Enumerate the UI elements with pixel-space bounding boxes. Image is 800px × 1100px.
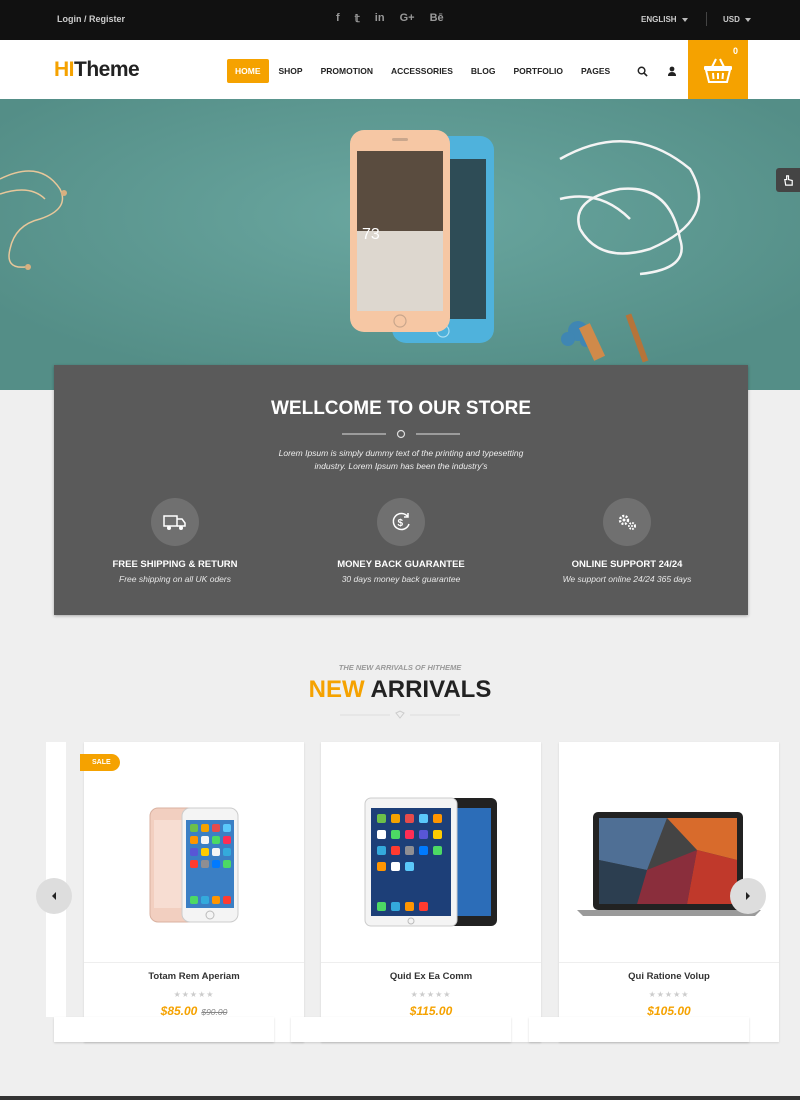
chevron-down-icon <box>681 17 688 22</box>
google-plus-icon[interactable]: G+ <box>400 12 415 25</box>
currency-label: USD <box>723 15 740 24</box>
card-divider <box>84 962 304 963</box>
currency-dropdown[interactable]: USD <box>723 15 751 24</box>
sale-badge: SALE <box>80 754 120 771</box>
hero-banner[interactable]: 73 <box>0 99 800 390</box>
carousel-prev-button[interactable] <box>36 878 72 914</box>
divider <box>706 12 707 26</box>
arrivals-subtitle: THE NEW ARRIVALS OF HITHEME <box>338 663 462 672</box>
rating-stars: ★★★★★ <box>648 990 690 999</box>
feature-title: FREE SHIPPING & RETURN <box>112 559 238 570</box>
language-label: ENGLISH <box>641 15 677 24</box>
current-price: $85.00 <box>160 1004 198 1018</box>
arrivals-title-rest: ARRIVALS <box>370 676 492 703</box>
top-bar: Login / Register f 𝕥 in G+ Bē ENGLISH US… <box>0 0 800 40</box>
nav-portfolio[interactable]: PORTFOLIO <box>505 59 571 83</box>
welcome-panel: WELLCOME TO OUR STORE Lorem Ipsum is sim… <box>54 365 748 615</box>
card-base <box>291 1017 511 1042</box>
feature-desc: We support online 24/24 365 days <box>562 574 692 584</box>
login-register-link[interactable]: Login / Register <box>57 14 125 24</box>
settings-toggle-button[interactable] <box>776 168 800 192</box>
feature-title: MONEY BACK GUARANTEE <box>337 559 465 570</box>
old-price: $90.00 <box>201 1007 228 1017</box>
truck-icon <box>151 498 199 546</box>
language-dropdown[interactable]: ENGLISH <box>641 15 688 24</box>
product-price: $85.00 $90.00 <box>84 1004 304 1018</box>
arrivals-title: NEW ARRIVALS <box>0 676 800 704</box>
cart-button[interactable]: 0 <box>688 40 748 99</box>
product-price: $115.00 <box>321 1004 541 1018</box>
logo-theme: Theme <box>74 58 140 81</box>
product-name[interactable]: Totam Rem Aperiam <box>84 971 304 982</box>
product-name[interactable]: Quid Ex Ea Comm <box>321 971 541 982</box>
current-price: $105.00 <box>647 1004 691 1018</box>
nav-promotion[interactable]: PROMOTION <box>313 59 381 83</box>
welcome-title: WELLCOME TO OUR STORE <box>270 398 532 419</box>
welcome-description: Lorem Ipsum is simply dummy text of the … <box>278 448 524 471</box>
current-price: $115.00 <box>409 1004 453 1018</box>
nav-shop[interactable]: SHOP <box>271 59 311 83</box>
svg-text:$: $ <box>398 518 404 529</box>
card-divider <box>559 962 779 963</box>
site-logo[interactable]: HITheme <box>54 58 140 82</box>
product-name[interactable]: Qui Ratione Volup <box>559 971 779 982</box>
carousel-next-button[interactable] <box>730 878 766 914</box>
phone-temp: 73 <box>362 226 380 243</box>
nav-blog[interactable]: BLOG <box>463 59 504 83</box>
linkedin-icon[interactable]: in <box>375 12 385 25</box>
chevron-right-icon <box>746 892 750 900</box>
search-icon[interactable] <box>637 64 648 82</box>
nav-home[interactable]: HOME <box>227 59 269 83</box>
logo-hi: HI <box>54 58 75 81</box>
rating-stars: ★★★★★ <box>173 990 215 999</box>
card-base <box>529 1017 749 1042</box>
section-divider <box>342 429 460 439</box>
hand-pointer-icon <box>783 174 793 186</box>
iphone-image <box>149 807 239 923</box>
basket-icon <box>704 58 732 83</box>
ipad-image <box>364 797 497 927</box>
money-back-icon: $ <box>377 498 425 546</box>
feature-title: ONLINE SUPPORT 24/24 <box>571 559 683 570</box>
footer-edge <box>0 1096 800 1100</box>
product-card[interactable]: Quid Ex Ea Comm ★★★★★ $115.00 <box>321 742 541 1042</box>
feature-free-shipping: FREE SHIPPING & RETURN Free shipping on … <box>60 498 290 584</box>
feature-desc: 30 days money back guarantee <box>341 574 461 584</box>
card-divider <box>321 962 541 963</box>
feature-money-back: $ MONEY BACK GUARANTEE 30 days money bac… <box>286 498 516 584</box>
product-card[interactable]: Totam Rem Aperiam ★★★★★ $85.00 $90.00 <box>84 742 304 1042</box>
nav-pages[interactable]: PAGES <box>573 59 618 83</box>
rating-stars: ★★★★★ <box>410 990 452 999</box>
feature-online-support: ONLINE SUPPORT 24/24 We support online 2… <box>512 498 742 584</box>
social-links: f 𝕥 in G+ Bē <box>336 12 444 25</box>
nav-accessories[interactable]: ACCESSORIES <box>383 59 461 83</box>
facebook-icon[interactable]: f <box>336 12 340 25</box>
section-divider <box>340 710 460 719</box>
main-header: HITheme HOME SHOP PROMOTION ACCESSORIES … <box>0 40 800 99</box>
main-nav: HOME SHOP PROMOTION ACCESSORIES BLOG POR… <box>227 59 620 83</box>
product-price: $105.00 <box>559 1004 779 1018</box>
card-base <box>54 1017 274 1042</box>
chevron-down-icon <box>744 17 751 22</box>
arrivals-title-highlight: NEW <box>308 676 365 703</box>
twitter-icon[interactable]: 𝕥 <box>355 12 360 25</box>
behance-icon[interactable]: Bē <box>430 12 444 25</box>
gears-icon <box>603 498 651 546</box>
chevron-left-icon <box>52 892 56 900</box>
feature-desc: Free shipping on all UK oders <box>119 574 231 584</box>
user-icon[interactable] <box>667 64 677 82</box>
cart-count: 0 <box>732 46 738 56</box>
hero-illustration: 73 <box>0 99 800 390</box>
